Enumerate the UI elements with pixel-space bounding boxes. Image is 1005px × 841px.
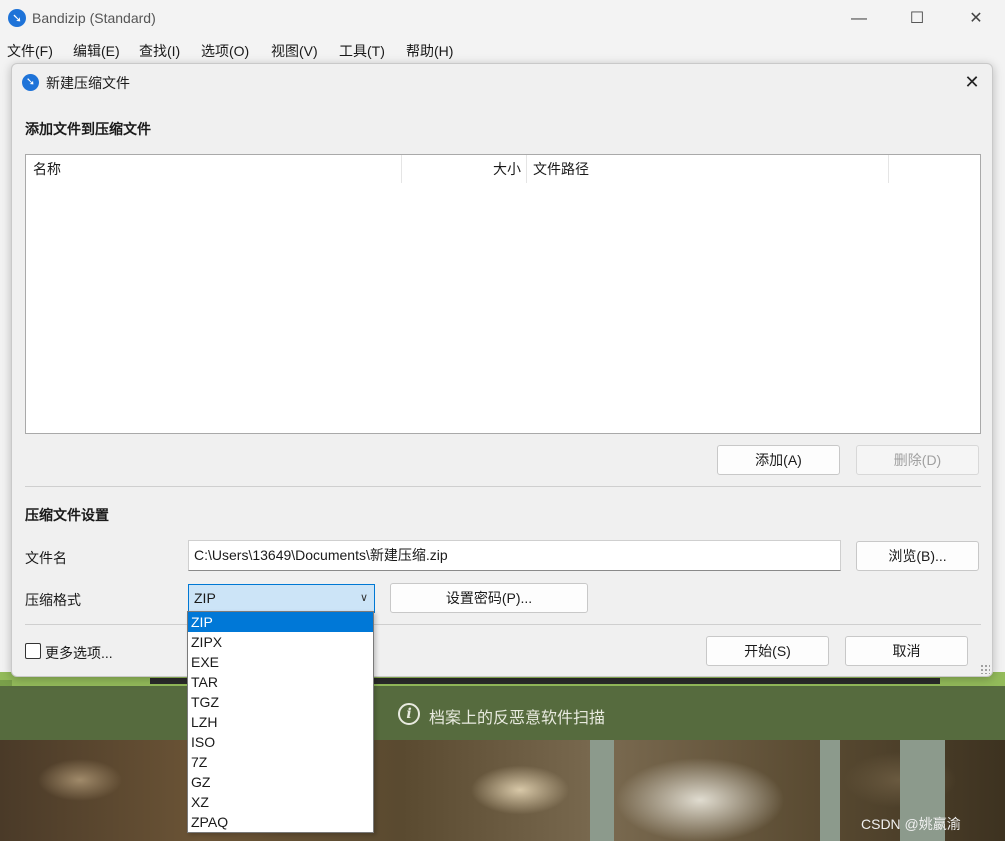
format-option-tgz[interactable]: TGZ	[188, 692, 373, 712]
add-button[interactable]: 添加(A)	[717, 445, 840, 475]
menu-options[interactable]: 选项(O)	[201, 41, 249, 61]
maximize-button[interactable]: ☐	[888, 0, 946, 37]
filename-input[interactable]: C:\Users\13649\Documents\新建压缩.zip	[188, 540, 841, 571]
file-list-table[interactable]: 名称 大小 文件路径	[25, 154, 981, 434]
bandizip-logo-icon: ➘	[22, 74, 39, 91]
format-option-zipx[interactable]: ZIPX	[188, 632, 373, 652]
menu-edit[interactable]: 编辑(E)	[73, 41, 120, 61]
column-header-name[interactable]: 名称	[26, 155, 402, 183]
format-select-value: ZIP	[194, 590, 216, 606]
scan-banner-text: 档案上的反恶意软件扫描	[429, 710, 606, 727]
format-option-zpaq[interactable]: ZPAQ	[188, 812, 373, 832]
column-header-size[interactable]: 大小	[402, 155, 527, 183]
info-icon: i	[398, 703, 420, 725]
background-chair-leg	[820, 740, 840, 841]
filename-label: 文件名	[25, 550, 67, 566]
minimize-button[interactable]: —	[830, 0, 888, 37]
window-title: Bandizip (Standard)	[32, 10, 156, 26]
browse-button[interactable]: 浏览(B)...	[856, 541, 979, 571]
window-titlebar: ➘ Bandizip (Standard) — ☐ ✕	[0, 0, 1005, 37]
format-option-xz[interactable]: XZ	[188, 792, 373, 812]
background-chair-leg	[590, 740, 614, 841]
bandizip-logo-icon: ➘	[8, 9, 26, 27]
new-archive-dialog: ➘ 新建压缩文件 ✕ 添加文件到压缩文件 名称 大小 文件路径 添加(A) 删除…	[11, 63, 993, 677]
column-header-path[interactable]: 文件路径	[527, 155, 889, 183]
close-window-button[interactable]: ✕	[947, 0, 1005, 37]
cancel-button[interactable]: 取消	[845, 636, 968, 666]
format-dropdown-list[interactable]: ZIP ZIPX EXE TAR TGZ LZH ISO 7Z GZ XZ ZPAQ	[187, 611, 374, 833]
format-option-lzh[interactable]: LZH	[188, 712, 373, 732]
chevron-down-icon: ∨	[359, 592, 368, 604]
format-option-gz[interactable]: GZ	[188, 772, 373, 792]
menu-bar: 文件(F) 编辑(E) 查找(I) 选项(O) 视图(V) 工具(T) 帮助(H…	[0, 37, 1005, 63]
format-option-7z[interactable]: 7Z	[188, 752, 373, 772]
start-button[interactable]: 开始(S)	[706, 636, 829, 666]
more-options-checkbox[interactable]	[25, 643, 41, 659]
menu-tools[interactable]: 工具(T)	[339, 41, 385, 61]
background-photo	[0, 740, 1005, 841]
set-password-button[interactable]: 设置密码(P)...	[390, 583, 588, 613]
format-option-iso[interactable]: ISO	[188, 732, 373, 752]
dialog-title: 新建压缩文件	[46, 75, 130, 91]
more-options-label[interactable]: 更多选项...	[45, 643, 113, 663]
format-option-zip[interactable]: ZIP	[188, 612, 373, 632]
resize-grip-icon[interactable]	[980, 664, 990, 674]
format-label: 压缩格式	[25, 592, 81, 608]
format-option-tar[interactable]: TAR	[188, 672, 373, 692]
format-select[interactable]: ZIP ∨	[188, 584, 375, 613]
menu-find[interactable]: 查找(I)	[139, 41, 180, 61]
divider	[25, 624, 981, 625]
archive-settings-title: 压缩文件设置	[25, 507, 109, 523]
format-option-exe[interactable]: EXE	[188, 652, 373, 672]
divider	[25, 486, 981, 487]
watermark: CSDN @姚嬴渝	[861, 816, 961, 832]
add-files-section-title: 添加文件到压缩文件	[25, 121, 151, 137]
menu-help[interactable]: 帮助(H)	[406, 41, 453, 61]
menu-file[interactable]: 文件(F)	[7, 41, 53, 61]
menu-view[interactable]: 视图(V)	[271, 41, 318, 61]
dialog-close-button[interactable]: ✕	[958, 68, 986, 96]
delete-button[interactable]: 删除(D)	[856, 445, 979, 475]
